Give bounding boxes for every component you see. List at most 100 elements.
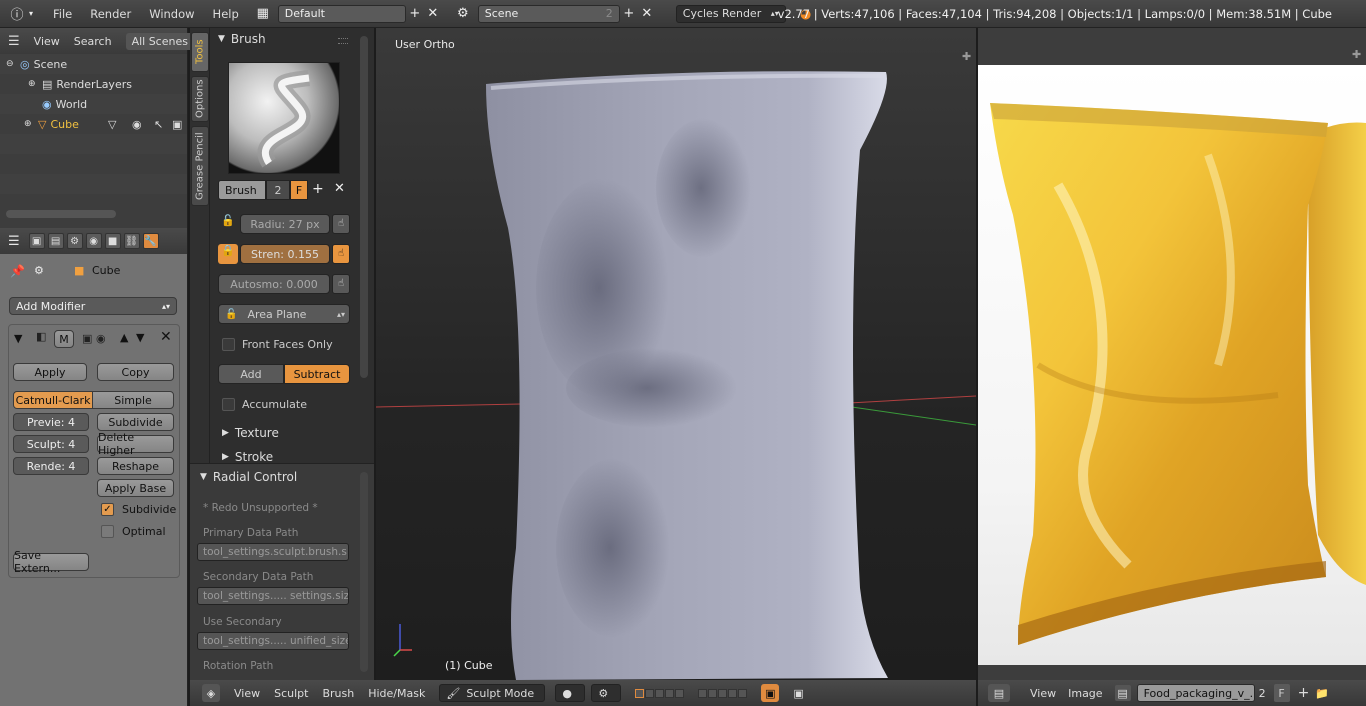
outliner-view-menu[interactable]: View xyxy=(34,35,60,48)
menu-render[interactable]: Render xyxy=(81,7,140,21)
pin-icon[interactable]: 📌 xyxy=(10,264,25,278)
hide-mask-menu[interactable]: Hide/Mask xyxy=(368,687,425,700)
tab-options[interactable]: Options xyxy=(191,76,209,122)
reshape-button[interactable]: Reshape xyxy=(97,457,174,475)
catmull-clark-toggle[interactable]: Catmull-Clark xyxy=(13,391,93,409)
save-external-button[interactable]: Save Extern... xyxy=(13,549,89,575)
info-icon[interactable]: ⓘ xyxy=(8,5,26,23)
new-brush-icon[interactable]: + xyxy=(312,181,324,197)
screen-layout-icon[interactable]: ▦ xyxy=(254,5,272,23)
outliner-item-renderlayers[interactable]: ⊕ ▤ RenderLayers xyxy=(0,74,187,94)
pressure-icon[interactable]: ☝ xyxy=(332,214,350,234)
render-tab-icon[interactable]: ▣ xyxy=(28,233,45,249)
outliner-editor-icon[interactable]: ☰ xyxy=(8,34,20,49)
image-editor[interactable]: ✚ xyxy=(978,28,1366,680)
brush-menu[interactable]: Brush xyxy=(322,687,354,700)
new-image-icon[interactable]: + xyxy=(1298,685,1310,701)
mesh-data-icon[interactable]: ▽ xyxy=(108,118,116,131)
redo-panel-header[interactable]: ▼ Radial Control xyxy=(200,470,297,484)
close-icon[interactable]: ✕ xyxy=(424,5,442,23)
collapse-icon[interactable]: ⊖ xyxy=(6,59,20,69)
visibility-eye-icon[interactable]: ◉ xyxy=(132,118,142,131)
open-image-icon[interactable]: 📁 xyxy=(1315,687,1329,700)
subdivide-uvs-checkbox[interactable]: ✓ xyxy=(101,503,114,516)
layer-button[interactable] xyxy=(708,688,718,698)
move-up-icon[interactable]: ▲ xyxy=(120,331,128,344)
expand-icon[interactable]: ⊕ xyxy=(28,79,42,89)
brush-panel-header[interactable]: ▼ Brush xyxy=(218,32,266,46)
object-tab-icon[interactable]: ■ xyxy=(104,233,121,249)
tab-tools[interactable]: Tools xyxy=(191,32,209,72)
outliner-scrollbar[interactable] xyxy=(6,210,116,218)
screen-layout-field[interactable]: Default xyxy=(277,4,406,23)
subdivide-button[interactable]: Subdivide xyxy=(97,413,174,431)
layer-button[interactable] xyxy=(698,688,708,698)
scene-icon[interactable]: ⚙ xyxy=(454,5,472,23)
properties-editor-icon[interactable]: ☰ xyxy=(8,234,20,249)
chevron-down-icon[interactable]: ▾ xyxy=(26,5,36,23)
sculpt-menu[interactable]: Sculpt xyxy=(274,687,308,700)
image-corner-plus-icon[interactable]: ✚ xyxy=(1352,48,1361,61)
expand-icon[interactable]: ⊕ xyxy=(24,119,38,129)
layer-button[interactable] xyxy=(665,688,675,698)
add-modifier-select[interactable]: Add Modifier ▴▾ xyxy=(9,297,177,315)
layer-button[interactable] xyxy=(635,688,645,698)
render-camera-icon[interactable]: ▣ xyxy=(172,118,182,131)
sculpt-levels-field[interactable]: Sculpt: 4 xyxy=(13,435,89,453)
secondary-data-path-field[interactable]: tool_settings..... settings.size xyxy=(197,587,349,605)
image-menu[interactable]: Image xyxy=(1068,687,1102,700)
scene-field[interactable]: Scene 2 xyxy=(477,4,620,23)
lock-camera-icon[interactable]: ▣ xyxy=(761,684,780,702)
preview-levels-field[interactable]: Previe: 4 xyxy=(13,413,89,431)
apply-base-button[interactable]: Apply Base xyxy=(97,479,174,497)
simple-toggle[interactable]: Simple xyxy=(92,391,174,409)
delete-higher-button[interactable]: Delete Higher xyxy=(97,431,174,457)
render-levels-field[interactable]: Rende: 4 xyxy=(13,457,89,475)
shading-select[interactable]: ● xyxy=(555,684,586,702)
strength-slider[interactable]: Stren: 0.155 xyxy=(240,244,330,264)
copy-button[interactable]: Copy xyxy=(97,363,174,381)
add-icon[interactable]: + xyxy=(406,5,424,23)
front-faces-checkbox[interactable] xyxy=(222,338,235,351)
add-direction-toggle[interactable]: Add xyxy=(218,364,284,384)
world-tab-icon[interactable]: ◉ xyxy=(85,233,102,249)
outliner-item-scene[interactable]: ⊖ ◎ Scene xyxy=(0,54,187,74)
3d-viewport[interactable]: User Ortho (1) Cube ✚ xyxy=(376,28,976,680)
outliner-item-cube[interactable]: ⊕ ▽ Cube ▽ ◉ ↖ ▣ xyxy=(0,114,187,134)
tool-shelf-scrollbar[interactable] xyxy=(360,36,368,378)
menu-help[interactable]: Help xyxy=(204,7,248,21)
lock-icon[interactable]: 🔓 xyxy=(218,214,238,234)
select-cursor-icon[interactable]: ↖ xyxy=(154,118,163,131)
pressure-icon[interactable]: ☝ xyxy=(332,244,350,264)
radius-slider[interactable]: Radiu: 27 px xyxy=(240,214,330,234)
unlink-brush-icon[interactable]: ✕ xyxy=(334,181,345,196)
area-plane-select[interactable]: 🔓 Area Plane ▴▾ xyxy=(218,304,350,324)
layer-button[interactable] xyxy=(718,688,728,698)
redo-panel-scrollbar[interactable] xyxy=(360,472,368,672)
stroke-panel-header[interactable]: ▶ Stroke xyxy=(222,450,273,464)
layer-button[interactable] xyxy=(645,688,655,698)
optimal-display-checkbox[interactable] xyxy=(101,525,114,538)
layer-button[interactable] xyxy=(738,688,748,698)
image-name-field[interactable]: Food_packaging_v_... xyxy=(1136,684,1255,702)
render-icon[interactable]: ▣ xyxy=(793,687,803,700)
layer-button[interactable] xyxy=(655,688,665,698)
viewport-toggle-icon[interactable]: ◉ xyxy=(96,332,106,345)
autosmooth-slider[interactable]: Autosmo: 0.000 xyxy=(218,274,330,294)
image-view-menu[interactable]: View xyxy=(1030,687,1056,700)
layer-buttons-group-1[interactable] xyxy=(635,688,685,698)
texture-panel-header[interactable]: ▶ Texture xyxy=(222,426,279,440)
accumulate-checkbox[interactable] xyxy=(222,398,235,411)
layer-button[interactable] xyxy=(675,688,685,698)
render-engine-select[interactable]: Cycles Render ▴▾ xyxy=(675,4,786,23)
remove-scene-icon[interactable]: ✕ xyxy=(638,5,656,23)
browse-image-icon[interactable]: ▤ xyxy=(1114,685,1131,701)
viewport-corner-plus-icon[interactable]: ✚ xyxy=(962,50,971,63)
mode-select[interactable]: 🖌 Sculpt Mode xyxy=(439,684,546,702)
scene-tab-icon[interactable]: ⚙ xyxy=(66,233,83,249)
constraints-tab-icon[interactable]: ⛓ xyxy=(123,233,140,249)
brush-name-field[interactable]: Brush xyxy=(218,180,266,200)
outliner-search-menu[interactable]: Search xyxy=(74,35,112,48)
use-secondary-field[interactable]: tool_settings..... unified_size xyxy=(197,632,349,650)
menu-window[interactable]: Window xyxy=(140,7,203,21)
